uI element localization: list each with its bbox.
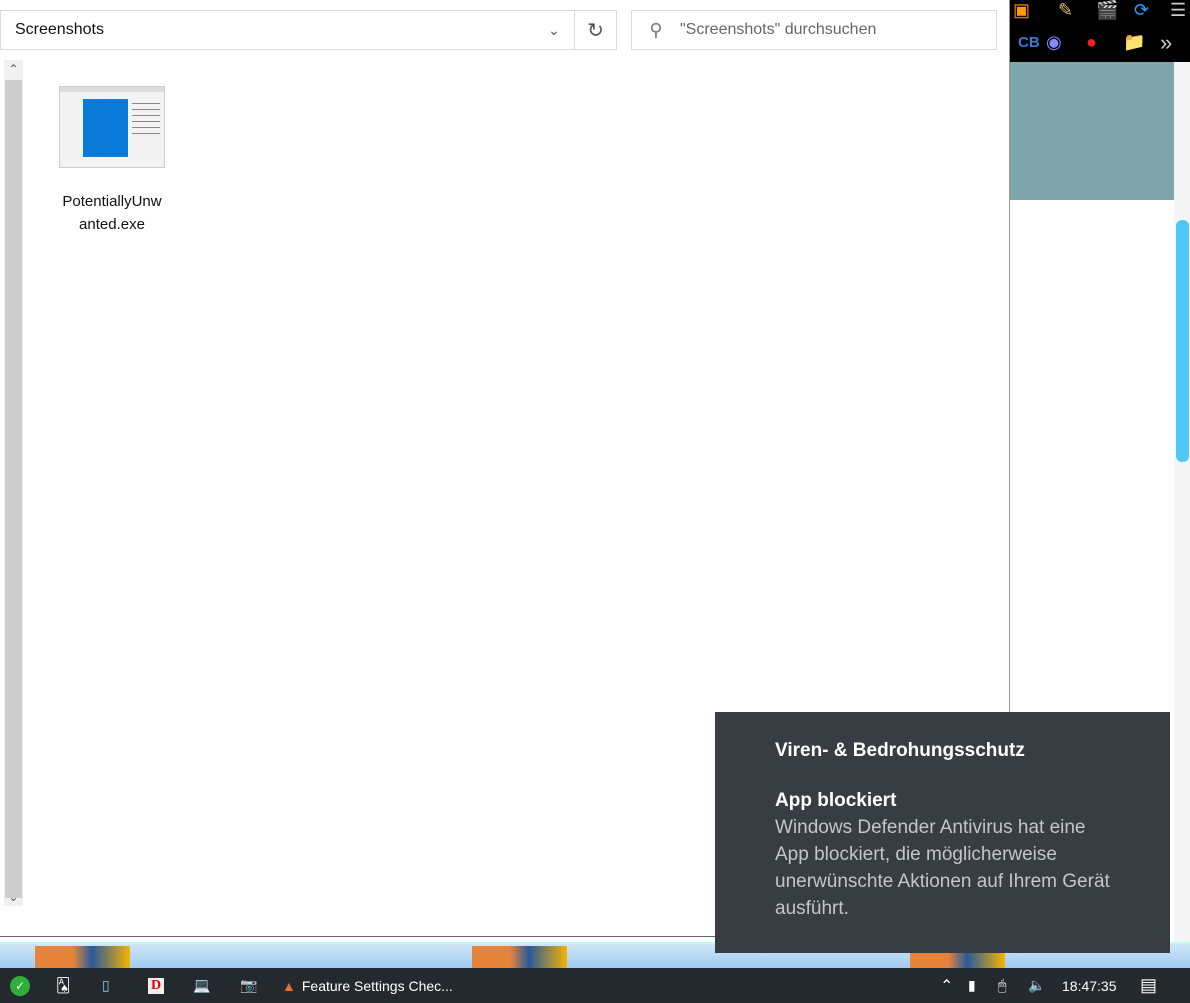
scrollbar-thumb[interactable]	[1176, 220, 1189, 462]
search-app-icon[interactable]: ▣	[1013, 0, 1030, 21]
fox-icon: ▲	[282, 977, 296, 994]
fire-icon[interactable]: ●	[1086, 32, 1097, 53]
scroll-down-icon[interactable]: ⌄	[4, 888, 23, 906]
refresh-icon[interactable]: ↻	[574, 11, 616, 49]
monitor-icon[interactable]: 💻	[193, 968, 210, 1003]
network-icon[interactable]: 🖱	[998, 968, 1006, 1003]
search-icon: ⚲	[649, 19, 663, 40]
sync-icon[interactable]: ⟳	[1134, 0, 1149, 21]
taskbar-window-button[interactable]: ▲ Feature Settings Chec...	[282, 968, 453, 1003]
browser-scrollbar[interactable]	[1174, 62, 1190, 942]
vertical-scrollbar[interactable]: ⌃ ⌄	[4, 60, 23, 906]
file-thumbnail	[59, 86, 165, 168]
search-input[interactable]: ⚲ "Screenshots" durchsuchen	[631, 10, 997, 50]
address-text: Screenshots	[15, 21, 104, 38]
scrollbar-thumb[interactable]	[5, 80, 22, 898]
overflow-chevron-icon[interactable]: »	[1160, 30, 1172, 56]
chevron-down-icon[interactable]: ⌄	[534, 11, 574, 49]
file-name: PotentiallyUnw anted.exe	[62, 193, 162, 233]
action-center-icon[interactable]: ▤	[1140, 968, 1157, 1003]
clapper-icon[interactable]: 🎬	[1096, 0, 1118, 21]
clock[interactable]: 18:47:35	[1062, 968, 1117, 1003]
battery-icon[interactable]: ▮	[968, 968, 976, 1003]
background-banner	[1010, 62, 1174, 200]
taskbar: ✓ 🂡 ▯ D 💻 📷 ▲ Feature Settings Chec... ⌃ …	[0, 968, 1190, 1003]
camera-icon[interactable]: 📷	[240, 968, 257, 1003]
show-hidden-icons[interactable]: ⌃	[940, 968, 953, 1003]
check-icon[interactable]: ✓	[10, 968, 30, 1003]
cb-icon[interactable]: CB	[1018, 34, 1040, 51]
toast-message: Windows Defender Antivirus hat eine App …	[775, 817, 1110, 919]
volume-icon[interactable]: 🔈	[1028, 968, 1045, 1003]
scroll-up-icon[interactable]: ⌃	[4, 60, 23, 78]
window-title: Feature Settings Chec...	[301, 977, 453, 994]
location-pin-icon[interactable]: ◉	[1046, 32, 1062, 53]
notepad-icon[interactable]: ▯	[102, 968, 110, 1003]
toast-title: App blockiert	[775, 790, 897, 811]
folder-edit-icon[interactable]: ✎	[1058, 0, 1073, 21]
cards-icon[interactable]: 🂡	[56, 968, 70, 1003]
folder-icon[interactable]: 📁	[1123, 32, 1145, 53]
d-app-icon[interactable]: D	[148, 968, 165, 1003]
search-placeholder: "Screenshots" durchsuchen	[680, 21, 877, 38]
address-bar[interactable]: Screenshots ⌄ ↻	[0, 10, 617, 50]
menu-icon[interactable]: ☰	[1170, 0, 1186, 21]
toolbar-icons: ▣ ✎ 🎬 ⟳ ☰ CB ◉ ● 📁 »	[1010, 0, 1190, 62]
notification-toast[interactable]: Viren- & Bedrohungsschutz App blockiert …	[715, 712, 1170, 953]
toast-source: Viren- & Bedrohungsschutz	[775, 740, 1025, 761]
file-item[interactable]: PotentiallyUnw anted.exe	[52, 86, 172, 236]
